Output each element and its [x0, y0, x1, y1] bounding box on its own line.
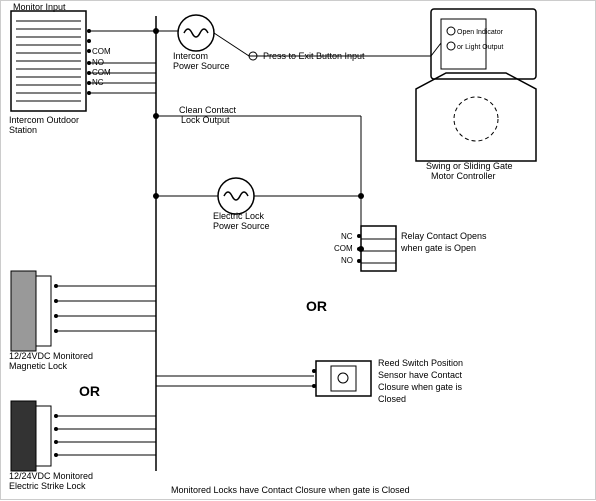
svg-text:Intercom Outdoor: Intercom Outdoor — [9, 115, 79, 125]
svg-text:Motor Controller: Motor Controller — [431, 171, 496, 181]
svg-text:when gate is Open: when gate is Open — [400, 243, 476, 253]
svg-text:NC: NC — [341, 232, 353, 241]
svg-text:Clean Contact: Clean Contact — [179, 105, 237, 115]
svg-text:Reed Switch Position: Reed Switch Position — [378, 358, 463, 368]
svg-text:Monitor Input: Monitor Input — [13, 2, 66, 12]
svg-text:Station: Station — [9, 125, 37, 135]
svg-text:Intercom: Intercom — [173, 51, 208, 61]
svg-text:Magnetic Lock: Magnetic Lock — [9, 361, 68, 371]
svg-text:Closed: Closed — [378, 394, 406, 404]
svg-text:Power Source: Power Source — [213, 221, 270, 231]
svg-text:12/24VDC Monitored: 12/24VDC Monitored — [9, 351, 93, 361]
svg-text:Electric Strike Lock: Electric Strike Lock — [9, 481, 86, 491]
svg-text:Relay Contact Opens: Relay Contact Opens — [401, 231, 487, 241]
svg-text:Power Source: Power Source — [173, 61, 230, 71]
svg-text:OR: OR — [306, 298, 327, 314]
wiring-diagram: Monitor Input COM NO COM NC Intercom Pow… — [0, 0, 596, 500]
svg-text:Swing or Sliding Gate: Swing or Sliding Gate — [426, 161, 513, 171]
svg-text:OR: OR — [79, 383, 100, 399]
svg-text:COM: COM — [334, 244, 353, 253]
svg-text:Open Indicator: Open Indicator — [457, 29, 504, 36]
svg-text:12/24VDC Monitored: 12/24VDC Monitored — [9, 471, 93, 481]
svg-text:or Light Output: or Light Output — [457, 44, 503, 51]
svg-text:COM: COM — [92, 47, 111, 56]
svg-text:Closure when gate is: Closure when gate is — [378, 382, 463, 392]
svg-text:Monitored Locks have Contact C: Monitored Locks have Contact Closure whe… — [171, 485, 410, 495]
svg-text:Sensor have Contact: Sensor have Contact — [378, 370, 463, 380]
svg-text:NO: NO — [341, 256, 353, 265]
svg-text:Electric Lock: Electric Lock — [213, 211, 265, 221]
